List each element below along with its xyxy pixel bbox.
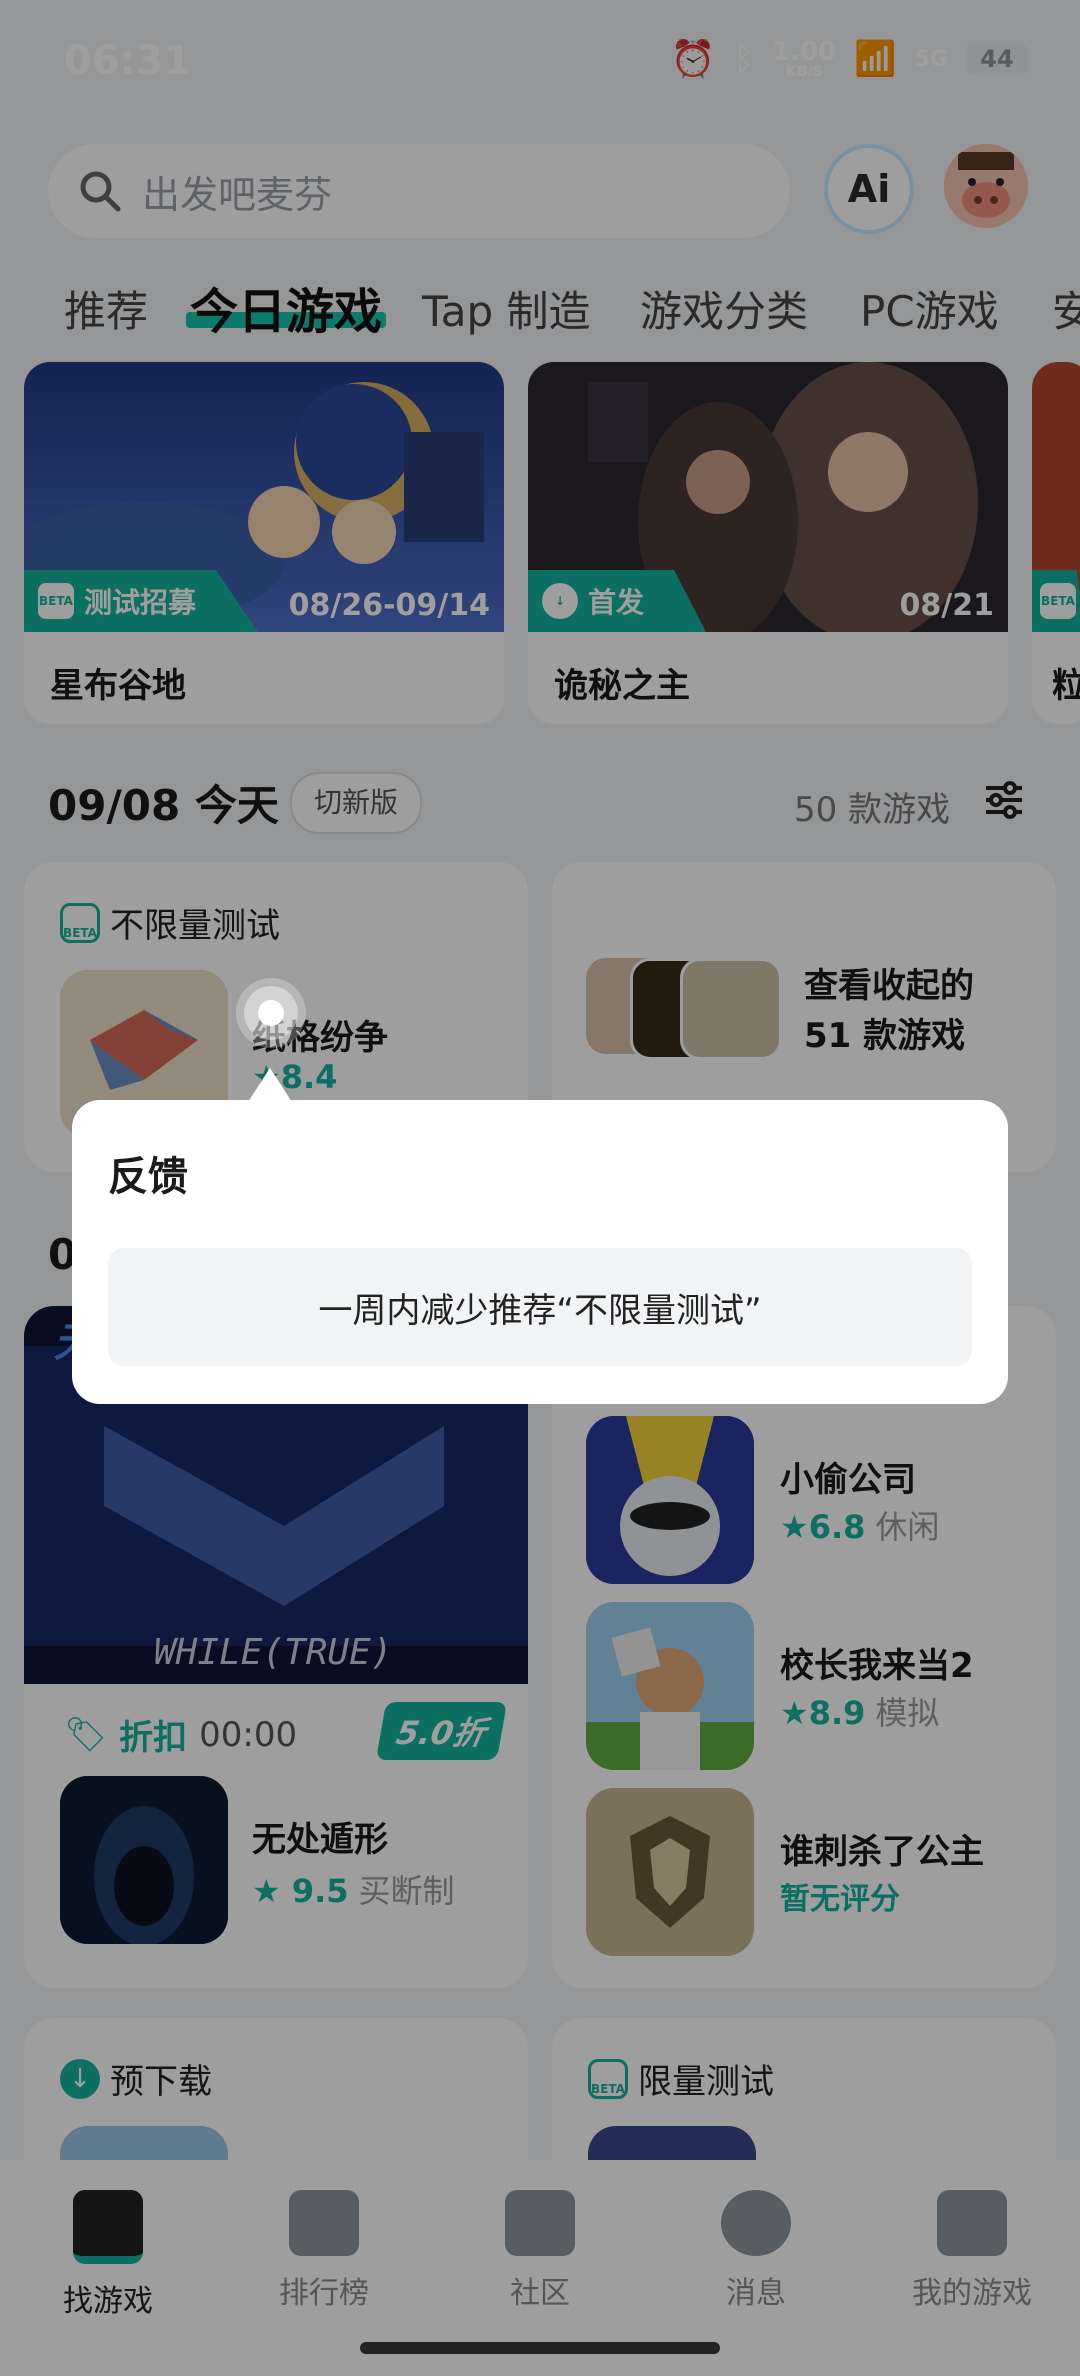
feedback-popup: 反馈 一周内减少推荐“不限量测试” <box>72 1100 1008 1404</box>
reduce-recommendation-option[interactable]: 一周内减少推荐“不限量测试” <box>108 1248 972 1366</box>
touch-indicator <box>244 986 298 1040</box>
popup-pointer <box>248 1068 292 1102</box>
home-indicator[interactable] <box>360 2342 720 2354</box>
popup-title: 反馈 <box>108 1154 188 1200</box>
